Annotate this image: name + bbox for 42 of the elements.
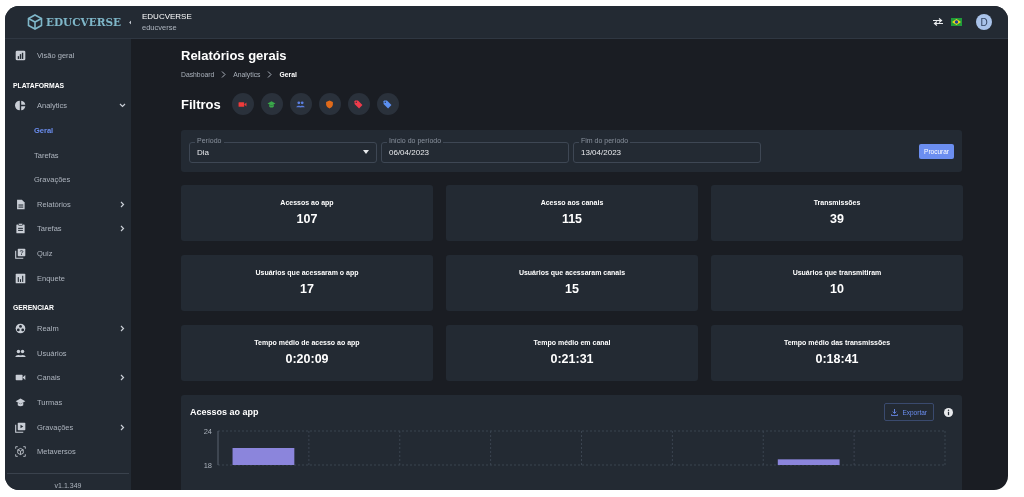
caret-down-icon [363, 150, 369, 154]
filter-button[interactable] [376, 93, 399, 115]
question-icon [15, 247, 26, 259]
chart-title: Acessos ao app [190, 407, 260, 417]
logo: EDUCVERSE [27, 14, 122, 30]
swap-arrows-icon [933, 18, 943, 26]
filter-button[interactable] [318, 93, 341, 115]
stat-value: 0:20:09 [285, 352, 329, 366]
stat-value: 0:18:41 [815, 352, 859, 366]
stat-value: 115 [561, 212, 583, 226]
ball-icon [15, 323, 26, 335]
brazil-flag-icon [951, 18, 962, 26]
chart-icon [15, 49, 26, 61]
chart-bar [232, 448, 295, 465]
download-icon [891, 408, 899, 416]
play-square-icon [15, 421, 26, 433]
stat-value: 17 [300, 282, 314, 296]
people-icon [15, 347, 26, 359]
filter-button[interactable] [231, 93, 254, 115]
filters-heading: Filtros [181, 96, 221, 112]
cube-icon [15, 446, 26, 458]
info-icon [944, 407, 953, 417]
app-title: EDUCVERSE [142, 12, 192, 21]
filter-button[interactable] [260, 93, 283, 115]
stat-value: 0:21:31 [550, 352, 594, 366]
page-title: Relatórios gerais [181, 48, 288, 63]
filter-button[interactable] [289, 93, 312, 115]
stat-value: 10 [830, 282, 844, 296]
bar-chart-icon [15, 272, 26, 284]
cube-logo-icon [27, 14, 43, 30]
avatar[interactable]: D [976, 14, 992, 30]
chevron-right-icon [267, 71, 273, 78]
stat-value: 15 [565, 282, 579, 296]
stat-value: 39 [830, 212, 844, 226]
graduation-cap-icon [15, 396, 26, 408]
pie-chart-icon [15, 100, 26, 112]
chevron-right-icon [221, 71, 227, 78]
clipboard-icon [15, 223, 26, 235]
document-icon [15, 198, 26, 210]
chart-bar [777, 459, 840, 465]
stat-value: 107 [296, 212, 318, 226]
filter-button[interactable] [347, 93, 370, 115]
